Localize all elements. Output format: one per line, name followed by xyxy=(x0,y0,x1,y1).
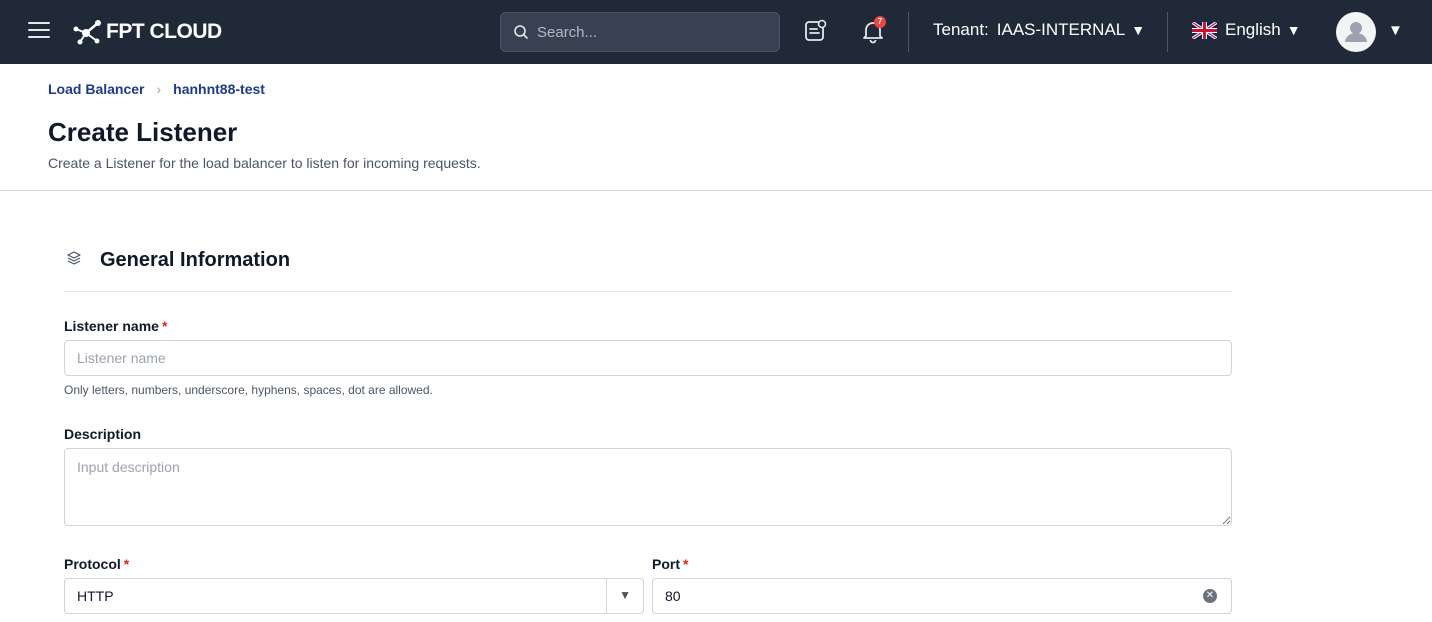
user-menu-caret-icon[interactable]: ▼ xyxy=(1388,22,1403,39)
language-selector[interactable]: English ▼ xyxy=(1192,20,1301,40)
protocol-label: Protocol * xyxy=(64,556,129,572)
user-icon xyxy=(1345,22,1367,42)
protocol-label-text: Protocol xyxy=(64,556,121,572)
protocol-selected-value: HTTP xyxy=(77,588,114,604)
caret-down-icon[interactable]: ▼ xyxy=(619,588,631,602)
page-title: Create Listener xyxy=(48,117,238,147)
fpt-cloud-logo[interactable]: FPT CLOUD xyxy=(72,18,222,46)
section-title: General Information xyxy=(100,249,291,271)
top-navigation-bar: FPT CLOUD 7 Tenant: IAAS-INTERNAL ▼ xyxy=(0,0,1432,64)
description-field[interactable] xyxy=(64,448,1232,526)
tenant-selector[interactable]: Tenant: IAAS-INTERNAL ▼ xyxy=(933,20,1145,40)
port-label-text: Port xyxy=(652,556,680,572)
required-mark: * xyxy=(161,318,168,334)
breadcrumb-lb-name[interactable]: hanhnt88-test xyxy=(173,81,265,97)
section-divider xyxy=(64,291,1232,292)
search-icon xyxy=(514,25,528,39)
listener-name-label-text: Listener name xyxy=(64,318,159,334)
tenant-value: IAAS-INTERNAL xyxy=(996,20,1126,39)
uk-flag-icon xyxy=(1192,21,1217,39)
topbar-divider xyxy=(1167,12,1168,52)
required-mark: * xyxy=(123,556,130,572)
menu-icon[interactable] xyxy=(28,22,52,42)
layers-icon xyxy=(67,251,81,265)
select-divider xyxy=(606,579,607,613)
search-box[interactable] xyxy=(500,12,780,52)
required-mark: * xyxy=(683,556,689,572)
chevron-right-icon: › xyxy=(156,81,162,97)
breadcrumb: Load Balancer › hanhnt88-test xyxy=(48,81,265,97)
breadcrumb-load-balancer[interactable]: Load Balancer xyxy=(48,81,144,97)
port-field[interactable]: ✕ xyxy=(652,578,1232,614)
caret-down-icon: ▼ xyxy=(1286,22,1301,38)
listener-name-hint: Only letters, numbers, underscore, hyphe… xyxy=(64,383,433,397)
tenant-label: Tenant: xyxy=(933,20,989,39)
logo-nodes-icon xyxy=(73,20,101,45)
protocol-select[interactable]: HTTP ▼ xyxy=(64,578,644,614)
notification-bell-icon[interactable]: 7 xyxy=(860,16,888,46)
notification-count-badge: 7 xyxy=(874,16,886,28)
port-label: Port * xyxy=(652,556,688,572)
header-divider xyxy=(0,190,1432,191)
listener-name-field[interactable] xyxy=(64,340,1232,376)
language-label: English xyxy=(1225,20,1281,39)
topbar-divider xyxy=(908,12,909,52)
user-avatar[interactable] xyxy=(1336,12,1376,52)
listener-name-input[interactable] xyxy=(65,341,1231,375)
page-subtitle: Create a Listener for the load balancer … xyxy=(48,155,481,171)
listener-name-label: Listener name * xyxy=(64,318,167,334)
description-textarea[interactable] xyxy=(65,449,1231,525)
caret-down-icon: ▼ xyxy=(1131,22,1146,38)
search-input[interactable] xyxy=(537,23,757,41)
port-input[interactable] xyxy=(653,579,1231,613)
tasks-icon[interactable] xyxy=(803,18,831,46)
clear-icon[interactable]: ✕ xyxy=(1203,589,1217,603)
logo-text: FPT CLOUD xyxy=(106,20,222,43)
description-label: Description xyxy=(64,426,142,442)
